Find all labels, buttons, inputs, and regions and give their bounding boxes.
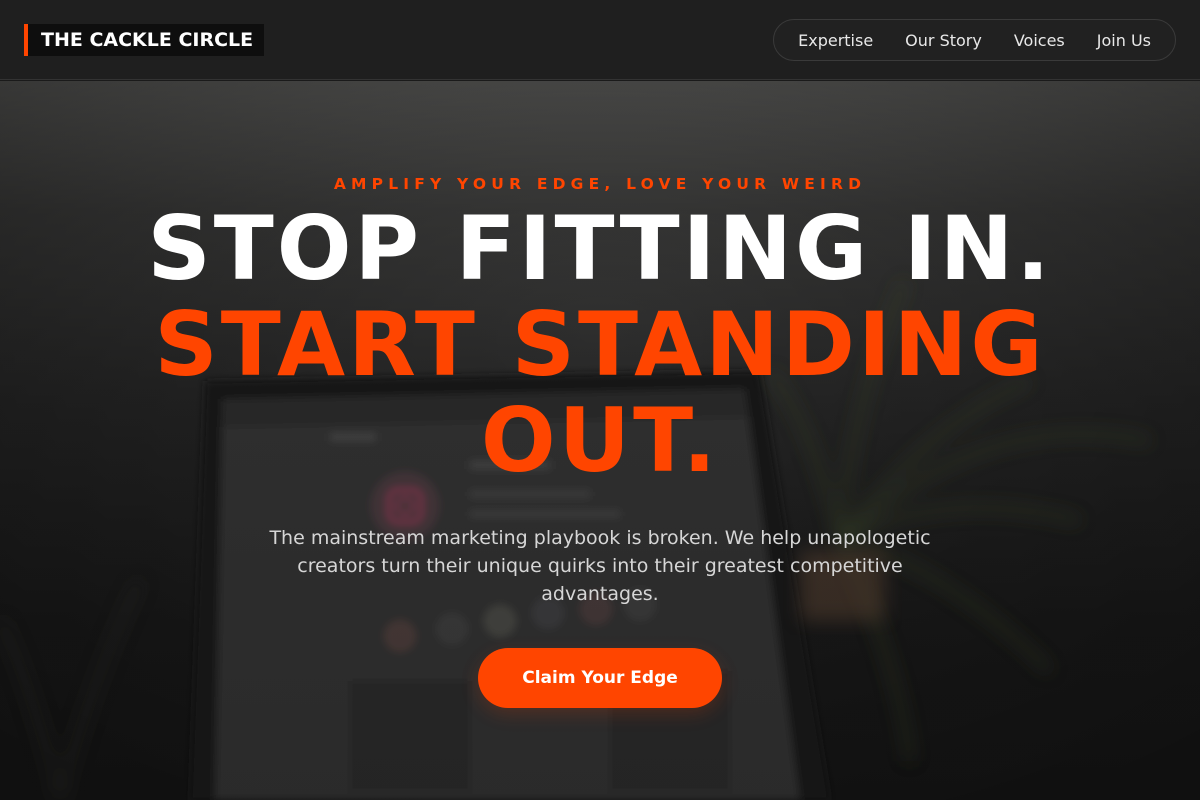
nav-link-our-story[interactable]: Our Story xyxy=(905,31,982,50)
nav-link-join-us[interactable]: Join Us xyxy=(1097,31,1151,50)
nav-link-voices[interactable]: Voices xyxy=(1014,31,1065,50)
headline-line-3: OUT. xyxy=(480,389,720,492)
hero-eyebrow: AMPLIFY YOUR EDGE, LOVE YOUR WEIRD xyxy=(333,175,867,193)
nav-link-expertise[interactable]: Expertise xyxy=(798,31,873,50)
hero-subtext: The mainstream marketing playbook is bro… xyxy=(269,527,931,605)
headline-line-1: STOP FITTING IN. xyxy=(147,197,1053,300)
main-nav: Expertise Our Story Voices Join Us xyxy=(773,19,1176,61)
hero-headline: STOP FITTING IN. START STANDING OUT. xyxy=(0,201,1200,489)
site-header: THE CACKLE CIRCLE Expertise Our Story Vo… xyxy=(0,0,1200,80)
hero-section: AMPLIFY YOUR EDGE, LOVE YOUR WEIRD STOP … xyxy=(0,81,1200,800)
headline-line-2: START STANDING xyxy=(154,293,1046,396)
brand-logo[interactable]: THE CACKLE CIRCLE xyxy=(24,24,265,56)
claim-your-edge-button[interactable]: Claim Your Edge xyxy=(478,648,722,708)
